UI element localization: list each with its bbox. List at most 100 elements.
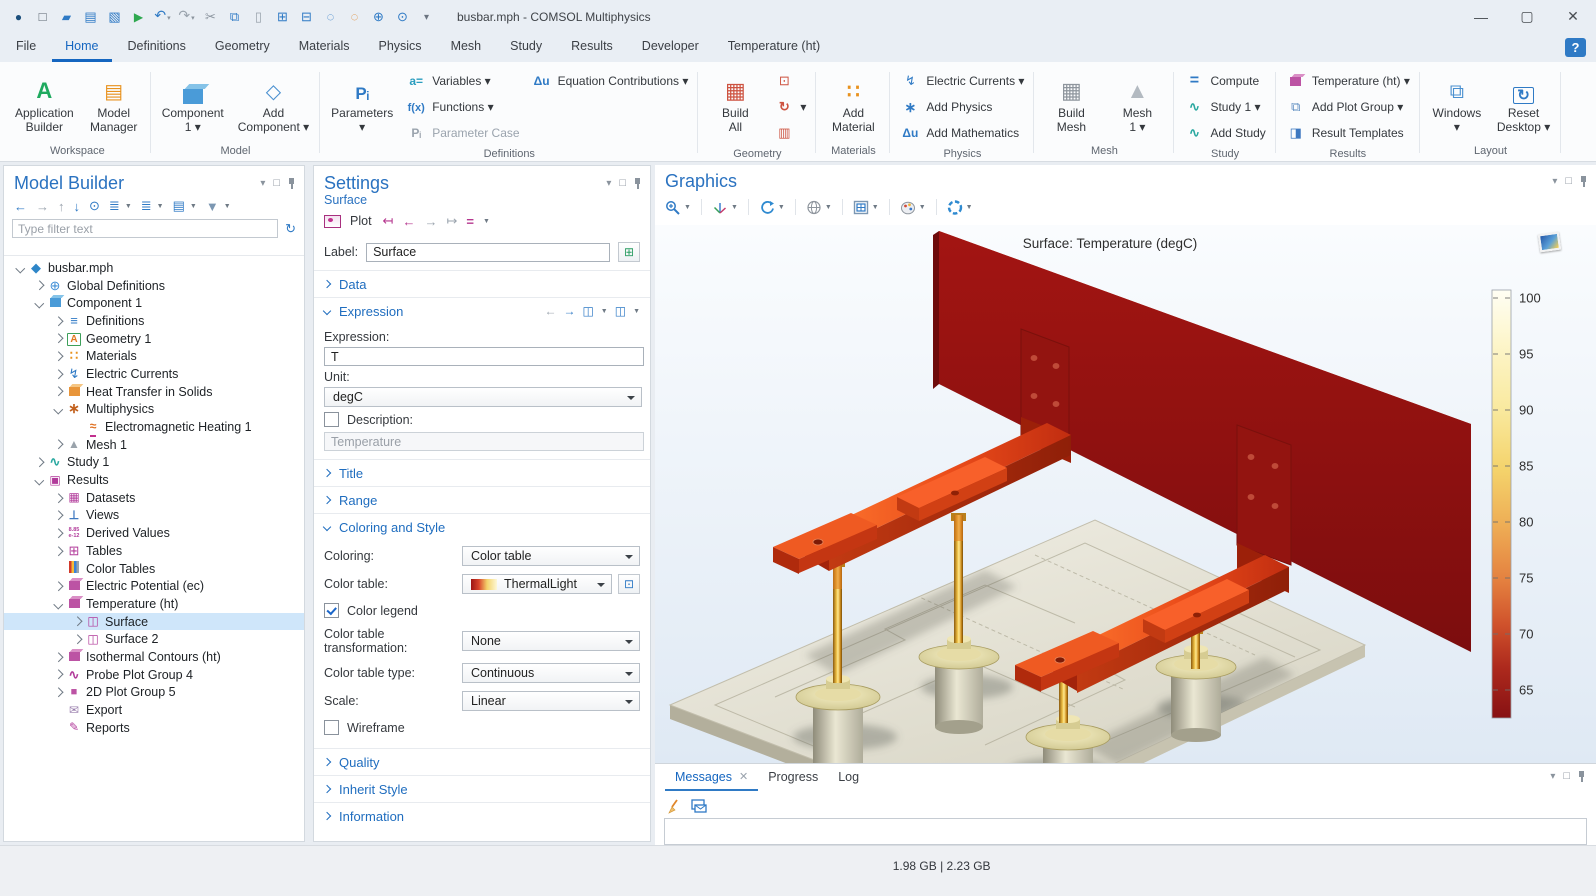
tree-item-reports[interactable]: ✎Reports <box>4 719 304 737</box>
partition-objects-button[interactable]: ▥ <box>768 120 812 146</box>
tab-log[interactable]: Log <box>828 764 869 791</box>
menu-tab-file[interactable]: File <box>3 33 49 62</box>
graphics-canvas[interactable]: 10095908580757065 Surface: Temperature (… <box>655 225 1596 763</box>
select-frame-icon[interactable]: ◌ <box>322 7 339 26</box>
pin-icon[interactable] <box>634 178 642 189</box>
undo-icon[interactable]: ↶▾ <box>154 6 171 28</box>
expand-icon[interactable] <box>52 530 65 537</box>
menu-tab-physics[interactable]: Physics <box>365 33 434 62</box>
tree-item-datasets[interactable]: ▦Datasets <box>4 489 304 507</box>
tree-item-busbar-mph[interactable]: ◆busbar.mph <box>4 259 304 277</box>
tree-item-surface-2[interactable]: ◫Surface 2 <box>4 630 304 648</box>
tree-item-results[interactable]: ▣Results <box>4 471 304 489</box>
tree-item-surface[interactable]: ◫Surface <box>4 613 304 631</box>
caret-icon[interactable]: ▼ <box>190 203 197 210</box>
open-color-table-icon[interactable]: ⊡ <box>618 574 640 594</box>
coloring-dropdown[interactable]: Color table <box>462 546 640 566</box>
tree-item-materials[interactable]: ∷Materials <box>4 347 304 365</box>
forward-icon[interactable]: → <box>36 199 49 214</box>
maximize-button[interactable]: ▢ <box>1504 0 1550 33</box>
caret-icon[interactable]: ▼ <box>684 204 691 211</box>
scale-dropdown[interactable]: Linear <box>462 691 640 711</box>
expression-input[interactable] <box>324 347 644 366</box>
panel-menu-icon[interactable]: ▾ <box>260 178 265 189</box>
collapse-all-icon[interactable]: ≣ <box>109 198 120 214</box>
close-tab-icon[interactable]: ✕ <box>739 770 748 783</box>
float-panel-icon[interactable]: □ <box>1565 175 1572 187</box>
expand-icon[interactable] <box>33 459 46 466</box>
preview-icon[interactable]: ⊕ <box>370 7 387 26</box>
transparency-icon[interactable]: ▼ <box>806 200 832 215</box>
help-button[interactable]: ? <box>1565 38 1586 57</box>
color-legend-checkbox[interactable] <box>324 603 339 618</box>
add-mathematics-button[interactable]: ΔuAdd Mathematics <box>894 120 1030 146</box>
reset-desktop-button[interactable]: ↻Reset Desktop ▾ <box>1490 67 1557 135</box>
tree-item-definitions[interactable]: ≡Definitions <box>4 312 304 330</box>
pin-icon[interactable] <box>288 178 296 189</box>
redo-icon[interactable]: ↷▾ <box>178 6 195 28</box>
add-physics-button[interactable]: ∗Add Physics <box>894 94 1030 120</box>
grid-icon[interactable]: ▼ <box>853 200 879 215</box>
caret-icon[interactable]: ▼ <box>125 203 132 210</box>
expand-icon[interactable] <box>52 335 65 342</box>
caret-icon[interactable]: ▼ <box>919 204 926 211</box>
preview-search-icon[interactable]: ⊙ <box>394 7 411 26</box>
tree-item-electric-currents[interactable]: ↯Electric Currents <box>4 365 304 383</box>
messages-output[interactable] <box>664 818 1587 845</box>
tree-item-temperature-ht-[interactable]: Temperature (ht) <box>4 595 304 613</box>
clear-messages-icon[interactable] <box>667 799 681 814</box>
panel-menu-icon[interactable]: ▾ <box>606 178 611 189</box>
equation-contributions-button[interactable]: ΔuEquation Contributions ▾ <box>526 68 695 94</box>
transform-dropdown[interactable]: None <box>462 631 640 651</box>
tree-item-color-tables[interactable]: Color Tables <box>4 560 304 578</box>
build-mesh-button[interactable]: ▦Build Mesh <box>1038 67 1104 135</box>
filter-icon[interactable]: ▼ <box>206 199 219 214</box>
menu-tab-geometry[interactable]: Geometry <box>202 33 283 62</box>
tree-item-2d-plot-group-5[interactable]: ■2D Plot Group 5 <box>4 684 304 702</box>
add-material-button[interactable]: ∷Add Material <box>820 67 886 135</box>
close-button[interactable]: ✕ <box>1550 0 1596 33</box>
description-checkbox[interactable] <box>324 412 339 427</box>
description-input[interactable] <box>324 432 644 451</box>
caret-icon[interactable]: ▼ <box>633 308 640 315</box>
color-icon[interactable]: ▼ <box>900 200 926 215</box>
component-1-button[interactable]: Component 1 ▾ <box>155 67 231 135</box>
node-grouping-icon[interactable]: ▤ <box>173 198 185 214</box>
more-icon[interactable]: ▾ <box>418 6 435 27</box>
zoom-icon[interactable]: ▼ <box>665 200 691 215</box>
rotate-icon[interactable]: ▼ <box>759 200 785 215</box>
mesh-1-button[interactable]: ▲Mesh 1 ▾ <box>1104 67 1170 135</box>
expand-icon[interactable] <box>52 671 65 678</box>
result-templates-button[interactable]: ◨Result Templates <box>1280 120 1416 146</box>
float-panel-icon[interactable]: □ <box>273 177 280 189</box>
tab-progress[interactable]: Progress <box>758 764 828 791</box>
tree-item-electric-potential-ec-[interactable]: Electric Potential (ec) <box>4 577 304 595</box>
tree-item-mesh-1[interactable]: ▲Mesh 1 <box>4 436 304 454</box>
tree-item-multiphysics[interactable]: ∗Multiphysics <box>4 401 304 419</box>
run-icon[interactable]: ▶ <box>130 7 147 26</box>
tree-item-isothermal-contours-ht-[interactable]: Isothermal Contours (ht) <box>4 648 304 666</box>
expand-icon[interactable] <box>52 441 65 448</box>
duplicate-icon[interactable]: ⊞ <box>274 7 291 26</box>
color-table-dropdown[interactable]: ThermalLight <box>462 574 612 594</box>
open-icon[interactable]: ▰ <box>58 7 75 26</box>
insert-expression-icon[interactable]: ◫ <box>582 304 593 318</box>
next-plot-icon[interactable]: → <box>424 214 437 229</box>
move-down-icon[interactable]: ↓ <box>74 199 81 214</box>
tree-item-global-definitions[interactable]: ⊕Global Definitions <box>4 277 304 295</box>
menu-tab-mesh[interactable]: Mesh <box>438 33 495 62</box>
save-report-icon[interactable]: ▧ <box>106 7 123 26</box>
tree-item-geometry-1[interactable]: AGeometry 1 <box>4 330 304 348</box>
add-plot-group-button[interactable]: ⧉Add Plot Group ▾ <box>1280 94 1416 120</box>
expand-icon[interactable] <box>52 654 65 661</box>
variables-button[interactable]: a=Variables ▾ <box>400 68 525 94</box>
rebuild-button[interactable]: ↻▾ <box>768 94 812 120</box>
expand-icon[interactable] <box>52 388 65 395</box>
caret-icon[interactable]: ▼ <box>872 204 879 211</box>
app-icon[interactable]: ● <box>10 7 27 26</box>
expand-icon[interactable] <box>52 495 65 502</box>
copy-icon[interactable]: ⧉ <box>226 7 243 26</box>
collapse-icon[interactable] <box>52 601 65 608</box>
electric-currents-button[interactable]: ↯Electric Currents ▾ <box>894 68 1030 94</box>
expand-icon[interactable] <box>52 353 65 360</box>
